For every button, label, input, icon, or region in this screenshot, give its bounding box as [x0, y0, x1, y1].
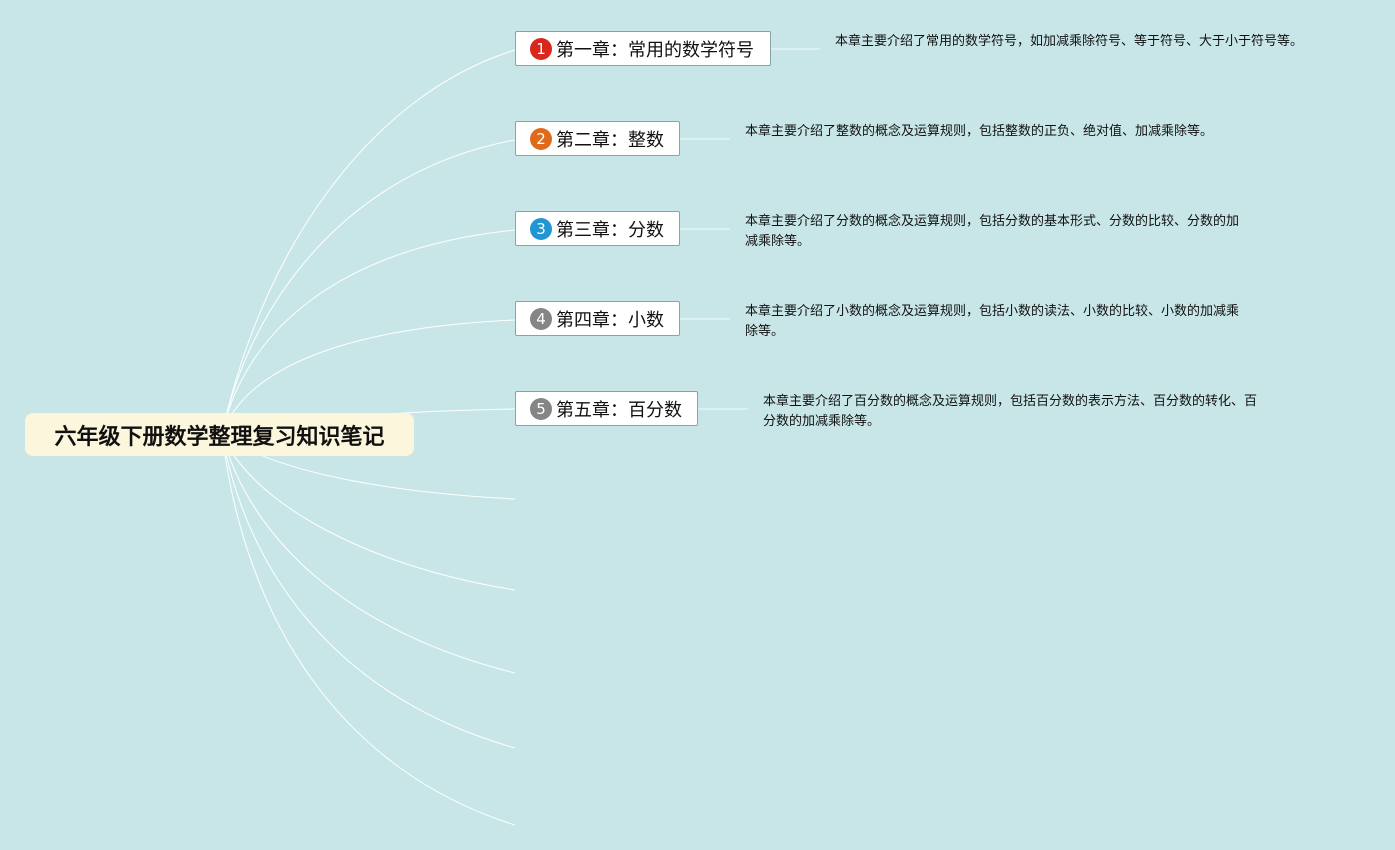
- branch-line-9: [221, 433, 516, 749]
- branch-line-2: [221, 139, 516, 435]
- priority-4-icon: 4: [530, 307, 552, 330]
- chapter-description-1: 本章主要介绍了常用的数学符号，如加减乘除符号、等于符号、大于小于符号等。: [835, 34, 1304, 49]
- priority-3-icon: 3: [530, 217, 552, 240]
- chapter-title-1: 第一章：常用的数学符号: [556, 39, 754, 61]
- chapter-title-2: 第二章：整数: [556, 129, 664, 151]
- branch-line-10: [221, 433, 516, 826]
- chapter-title-5: 第五章：百分数: [556, 399, 682, 421]
- chapter-description-5: 本章主要介绍了百分数的概念及运算规则，包括百分数的表示方法、百分数的转化、百分数…: [763, 394, 1258, 429]
- priority-1-icon: 1: [530, 37, 552, 60]
- root-title: 六年级下册数学整理复习知识笔记: [54, 424, 385, 450]
- chapter-node-5[interactable]: 5 第五章：百分数: [515, 391, 698, 426]
- chapter-description-4: 本章主要介绍了小数的概念及运算规则，包括小数的读法、小数的比较、小数的加减乘除等…: [745, 304, 1240, 339]
- chapter-description-3: 本章主要介绍了分数的概念及运算规则，包括分数的基本形式、分数的比较、分数的加减乘…: [745, 214, 1240, 249]
- branch-line-8: [221, 433, 516, 674]
- chapter-node-2[interactable]: 2 第二章：整数: [515, 121, 680, 156]
- branch-line-1: [221, 49, 516, 435]
- branch-line-3: [221, 229, 516, 435]
- chapter-title-3: 第三章：分数: [556, 219, 664, 241]
- chapter-description-2: 本章主要介绍了整数的概念及运算规则，包括整数的正负、绝对值、加减乘除等。: [745, 124, 1214, 139]
- root-node[interactable]: 六年级下册数学整理复习知识笔记: [25, 413, 414, 456]
- chapter-title-4: 第四章：小数: [556, 309, 664, 331]
- priority-2-icon: 2: [530, 127, 552, 150]
- priority-5-icon: 5: [530, 397, 552, 420]
- chapter-node-4[interactable]: 4 第四章：小数: [515, 301, 680, 336]
- chapter-node-3[interactable]: 3 第三章：分数: [515, 211, 680, 246]
- chapter-node-1[interactable]: 1 第一章：常用的数学符号: [515, 31, 771, 66]
